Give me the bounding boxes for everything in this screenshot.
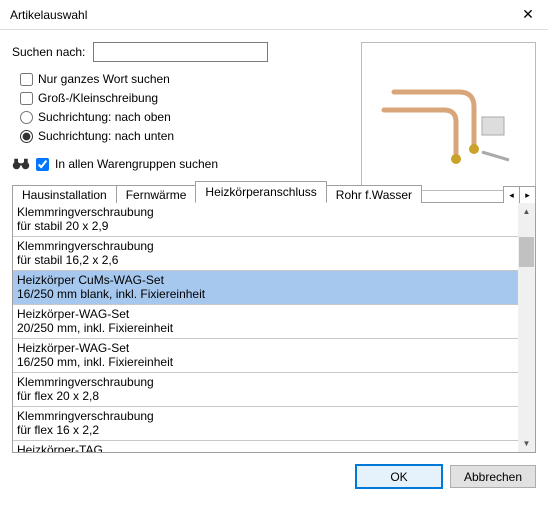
whole-word-checkbox[interactable] <box>20 73 33 86</box>
scroll-up-button[interactable]: ▲ <box>518 203 535 220</box>
list-item[interactable]: Heizkörper-WAG-Set20/250 mm, inkl. Fixie… <box>13 305 518 339</box>
titlebar: Artikelauswahl ✕ <box>0 0 548 30</box>
tab-scroll-controls: ◂ ▸ <box>504 184 536 202</box>
list-item[interactable]: Klemmringverschraubungfür flex 16 x 2,2 <box>13 407 518 441</box>
chevron-right-icon: ▸ <box>525 190 530 201</box>
direction-down-radio[interactable] <box>20 130 33 143</box>
chevron-left-icon: ◂ <box>509 190 514 201</box>
tab-scroll-left-button[interactable]: ◂ <box>503 186 520 204</box>
direction-down-label: Suchrichtung: nach unten <box>38 129 174 143</box>
list-item[interactable]: Klemmringverschraubungfür stabil 20 x 2,… <box>13 203 518 237</box>
tab-fernwaerme[interactable]: Fernwärme <box>116 185 197 204</box>
preview-image <box>361 42 536 191</box>
ok-button[interactable]: OK <box>356 465 442 488</box>
tab-heizkoerperanschluss[interactable]: Heizkörperanschluss <box>195 181 326 203</box>
all-groups-label: In allen Warengruppen suchen <box>55 157 218 171</box>
button-bar: OK Abbrechen <box>0 453 548 500</box>
chevron-down-icon: ▼ <box>523 439 531 448</box>
list-item[interactable]: Heizkörper CuMs-WAG-Set16/250 mm blank, … <box>13 271 518 305</box>
direction-up-radio[interactable] <box>20 111 33 124</box>
search-input[interactable] <box>93 42 268 62</box>
close-button[interactable]: ✕ <box>508 0 548 30</box>
tab-strip: Hausinstallation Fernwärme Heizkörperans… <box>12 181 536 203</box>
list-item[interactable]: Heizkörper-WAG-Set16/250 mm, inkl. Fixie… <box>13 339 518 373</box>
all-groups-checkbox[interactable] <box>36 158 49 171</box>
window-title: Artikelauswahl <box>10 8 508 22</box>
case-sensitive-checkbox[interactable] <box>20 92 33 105</box>
tab-hausinstallation[interactable]: Hausinstallation <box>12 185 117 204</box>
chevron-up-icon: ▲ <box>523 207 531 216</box>
search-label: Suchen nach: <box>12 45 85 59</box>
list-item[interactable]: Heizkörper-TAG20/1000 mm <box>13 441 518 452</box>
scroll-down-button[interactable]: ▼ <box>518 435 535 452</box>
list-item[interactable]: Klemmringverschraubungfür stabil 16,2 x … <box>13 237 518 271</box>
list-viewport: Klemmringverschraubungfür stabil 20 x 2,… <box>13 203 518 452</box>
product-image <box>374 62 524 172</box>
close-icon: ✕ <box>522 6 534 23</box>
content-area: Suchen nach: Nur ganzes Wort suchen Groß… <box>0 30 548 453</box>
tab-scroll-right-button[interactable]: ▸ <box>519 186 536 204</box>
tab-rohr-wasser[interactable]: Rohr f.Wasser <box>326 185 422 204</box>
scrollbar[interactable]: ▲ ▼ <box>518 203 535 452</box>
scroll-thumb[interactable] <box>519 237 534 267</box>
cancel-button[interactable]: Abbrechen <box>450 465 536 488</box>
whole-word-label: Nur ganzes Wort suchen <box>38 72 170 86</box>
binoculars-icon <box>12 157 30 171</box>
case-sensitive-label: Groß-/Kleinschreibung <box>38 91 158 105</box>
direction-up-label: Suchrichtung: nach oben <box>38 110 171 124</box>
article-list: Klemmringverschraubungfür stabil 20 x 2,… <box>12 203 536 453</box>
list-item[interactable]: Klemmringverschraubungfür flex 20 x 2,8 <box>13 373 518 407</box>
